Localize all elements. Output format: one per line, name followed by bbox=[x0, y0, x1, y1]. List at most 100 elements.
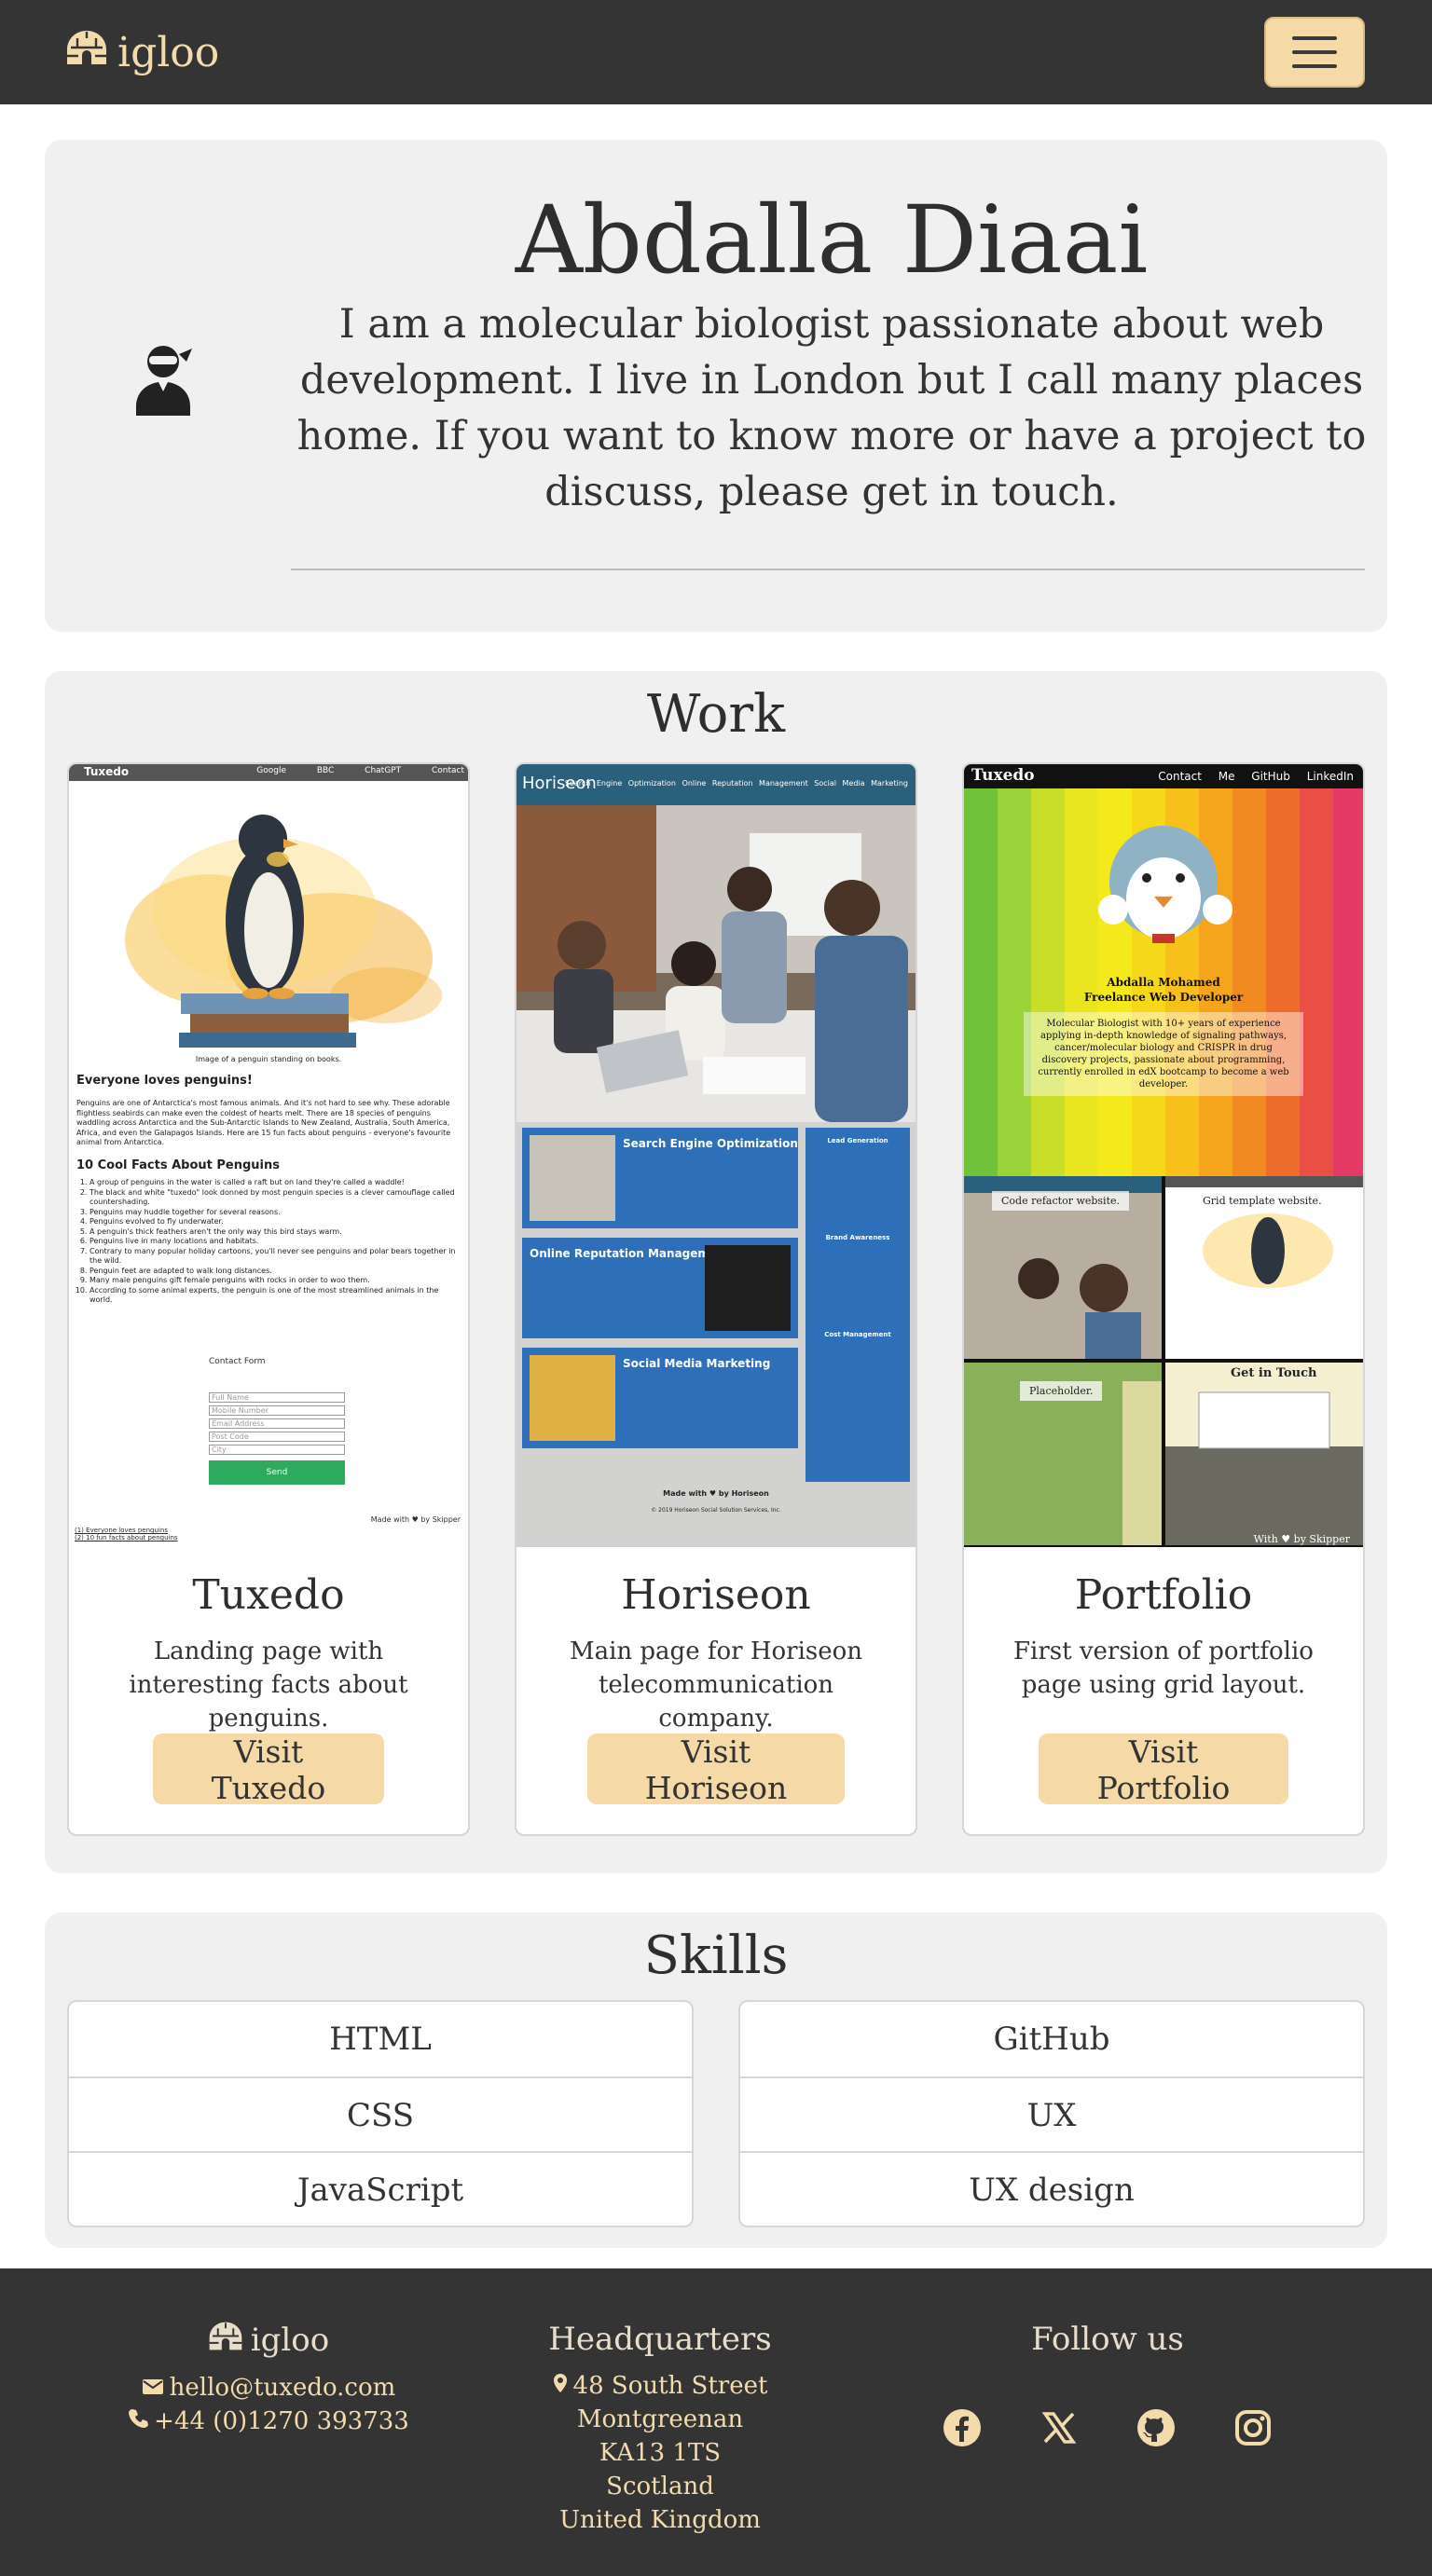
instagram-icon[interactable] bbox=[1233, 2408, 1273, 2447]
footer-contact: igloo hello@tuxedo.com +44 (0)1270 39373… bbox=[54, 2321, 483, 2438]
portfolio-preview-bio: Molecular Biologist with 10+ years of ex… bbox=[1024, 1012, 1303, 1096]
horiseon-preview-sidebar: Lead Generation Brand Awareness Cost Man… bbox=[806, 1128, 910, 1482]
project-card-portfolio: Tuxedo Contact Me GitHub LinkedIn Abdall… bbox=[962, 762, 1365, 1836]
footer-address-line: Scotland bbox=[606, 2473, 714, 2501]
tuxedo-preview-navbar: Tuxedo Google BBC ChatGPT Contact bbox=[69, 764, 468, 781]
footer-email[interactable]: hello@tuxedo.com bbox=[54, 2371, 483, 2405]
portfolio-preview-identity: Abdalla Mohamed Freelance Web Developer bbox=[964, 975, 1363, 1005]
footer-address-line: KA13 1TS bbox=[599, 2439, 722, 2467]
visit-portfolio-button[interactable]: Visit Portfolio bbox=[1039, 1733, 1288, 1806]
footer-follow-title: Follow us bbox=[1031, 2321, 1184, 2358]
list-item: Penguins evolved to fly underwater. bbox=[90, 1217, 461, 1227]
portfolio-preview-brand: Tuxedo bbox=[971, 766, 1035, 785]
project-title: Portfolio bbox=[1074, 1571, 1253, 1619]
visit-horiseon-button[interactable]: Visit Horiseon bbox=[587, 1733, 845, 1806]
list-item: Penguins may huddle together for several… bbox=[90, 1208, 461, 1218]
list-item: A penguin's thick feathers aren't the on… bbox=[90, 1227, 461, 1238]
footer-address-line: United Kingdom bbox=[559, 2506, 761, 2534]
list-item: (2) 10 fun facts about penguins bbox=[75, 1534, 178, 1541]
team-meeting-image bbox=[516, 805, 916, 1122]
footer-address-line: 48 South Street bbox=[446, 2369, 874, 2403]
work-section: Work Tuxedo Google BBC ChatGPT Contact I… bbox=[45, 671, 1387, 1873]
portfolio-tile: Code refactor website. bbox=[964, 1176, 1162, 1359]
form-field: Full Name bbox=[209, 1392, 345, 1403]
horiseon-side-title: Cost Management bbox=[824, 1331, 891, 1338]
footer-phone[interactable]: +44 (0)1270 393733 bbox=[54, 2405, 483, 2438]
tuxedo-screenshot: Tuxedo Google BBC ChatGPT Contact Image … bbox=[69, 764, 468, 1547]
hamburger-menu-button[interactable] bbox=[1264, 17, 1365, 88]
footer-address-line: Montgreenan bbox=[576, 2405, 744, 2433]
footer-email-text: hello@tuxedo.com bbox=[169, 2374, 396, 2402]
brand-link[interactable]: igloo bbox=[65, 26, 219, 78]
hamburger-menu-icon bbox=[1292, 36, 1337, 40]
work-title: Work bbox=[646, 684, 786, 745]
igloo-icon bbox=[65, 29, 108, 76]
list-item: Many male penguins gift female penguins … bbox=[90, 1276, 461, 1286]
hero-divider bbox=[291, 569, 1365, 570]
horiseon-preview-card: Search Engine Optimization bbox=[522, 1128, 798, 1228]
list-item: CSS bbox=[69, 2076, 692, 2151]
visit-tuxedo-button[interactable]: Visit Tuxedo bbox=[153, 1733, 384, 1806]
tuxedo-preview-heading: Everyone loves penguins! bbox=[76, 1073, 253, 1088]
list-item: The black and white "tuxedo" look donned… bbox=[90, 1188, 461, 1208]
list-item: A group of penguins in the water is call… bbox=[90, 1178, 461, 1188]
tuxedo-preview-send: Send bbox=[209, 1460, 345, 1485]
form-field: City bbox=[209, 1445, 345, 1455]
horiseon-preview-card: Social Media Marketing bbox=[522, 1348, 798, 1448]
penguin-on-books-image bbox=[69, 781, 468, 1051]
tuxedo-preview-form-title: Contact Form bbox=[209, 1357, 266, 1366]
list-item: (1) Everyone loves penguins bbox=[75, 1527, 168, 1534]
navbar: igloo bbox=[0, 0, 1432, 104]
project-title: Horiseon bbox=[621, 1571, 811, 1619]
portfolio-preview-name: Abdalla Mohamed bbox=[1107, 976, 1220, 989]
footer-follow: Follow us bbox=[893, 2321, 1322, 2358]
portfolio-screenshot: Tuxedo Contact Me GitHub LinkedIn Abdall… bbox=[964, 764, 1363, 1547]
tuxedo-preview-content: Image of a penguin standing on books. Ev… bbox=[76, 1051, 461, 1306]
envelope-icon bbox=[142, 2371, 164, 2405]
list-item: UX design bbox=[740, 2151, 1363, 2226]
horiseon-card-title: Online Reputation Management bbox=[530, 1247, 731, 1260]
portfolio-tile: Placeholder. bbox=[964, 1363, 1162, 1545]
tuxedo-preview-links: (1) Everyone loves penguins (2) 10 fun f… bbox=[75, 1527, 178, 1541]
facebook-icon[interactable] bbox=[943, 2408, 982, 2447]
horiseon-preview-content: Search Engine Optimization Online Reputa… bbox=[516, 1122, 916, 1547]
form-field: Post Code bbox=[209, 1432, 345, 1442]
skills-list-left: HTML CSS JavaScript bbox=[67, 2000, 694, 2227]
map-marker-icon bbox=[553, 2369, 568, 2403]
horiseon-preview-footer: Made with ♥ by Horiseon © 2019 Horiseon … bbox=[516, 1489, 916, 1514]
x-twitter-icon[interactable] bbox=[1040, 2408, 1079, 2447]
github-icon[interactable] bbox=[1136, 2408, 1176, 2447]
footer-headquarters: Headquarters 48 South Street Montgreenan… bbox=[446, 2321, 874, 2537]
list-item: According to some animal experts, the pe… bbox=[90, 1286, 461, 1306]
tuxedo-preview-nav: Google BBC ChatGPT Contact bbox=[256, 766, 464, 775]
footer-brand[interactable]: igloo bbox=[54, 2321, 483, 2360]
tuxedo-preview-intro: Penguins are one of Antarctica's most fa… bbox=[76, 1099, 451, 1146]
brand-name: igloo bbox=[117, 28, 220, 76]
horiseon-copyright: © 2019 Horiseon Social Solution Services… bbox=[651, 1507, 781, 1514]
form-field: Mobile Number bbox=[209, 1405, 345, 1416]
footer-hq-title: Headquarters bbox=[548, 2321, 772, 2358]
tuxedo-preview-caption: Image of a penguin standing on books. bbox=[195, 1055, 342, 1063]
phone-icon bbox=[128, 2405, 149, 2438]
social-media-icon bbox=[530, 1355, 615, 1441]
horiseon-screenshot: Horiseon Search Engine Optimization Onli… bbox=[516, 764, 916, 1547]
hamburger-menu-icon-line bbox=[1292, 50, 1337, 54]
portfolio-tile-label: Placeholder. bbox=[1020, 1381, 1103, 1401]
portfolio-tile-label: Code refactor website. bbox=[992, 1191, 1129, 1211]
list-item: Penguin feet are adapted to walk long di… bbox=[90, 1267, 461, 1277]
horiseon-preview-card: Online Reputation Management bbox=[522, 1238, 798, 1338]
horiseon-card-title: Search Engine Optimization bbox=[623, 1137, 798, 1150]
hero-intro: I am a molecular biologist passionate ab… bbox=[296, 301, 1367, 515]
project-card-tuxedo: Tuxedo Google BBC ChatGPT Contact Image … bbox=[67, 762, 470, 1836]
project-description: Landing page with interesting facts abou… bbox=[129, 1637, 408, 1733]
tuxedo-preview-contact-form: Contact Form Full Name Mobile Number Ema… bbox=[209, 1357, 349, 1485]
project-card-horiseon: Horiseon Search Engine Optimization Onli… bbox=[515, 762, 917, 1836]
reputation-icon bbox=[705, 1245, 791, 1331]
user-ninja-icon bbox=[131, 343, 196, 416]
project-title: Tuxedo bbox=[192, 1571, 345, 1619]
portfolio-preview-nav: Contact Me GitHub LinkedIn bbox=[1158, 770, 1354, 783]
portfolio-tile-label: Get in Touch bbox=[1231, 1366, 1317, 1380]
hamburger-menu-icon-line bbox=[1292, 64, 1337, 68]
tuxedo-preview-brand: Tuxedo bbox=[84, 765, 130, 778]
portfolio-preview-hero: Abdalla Mohamed Freelance Web Developer … bbox=[964, 788, 1363, 1176]
